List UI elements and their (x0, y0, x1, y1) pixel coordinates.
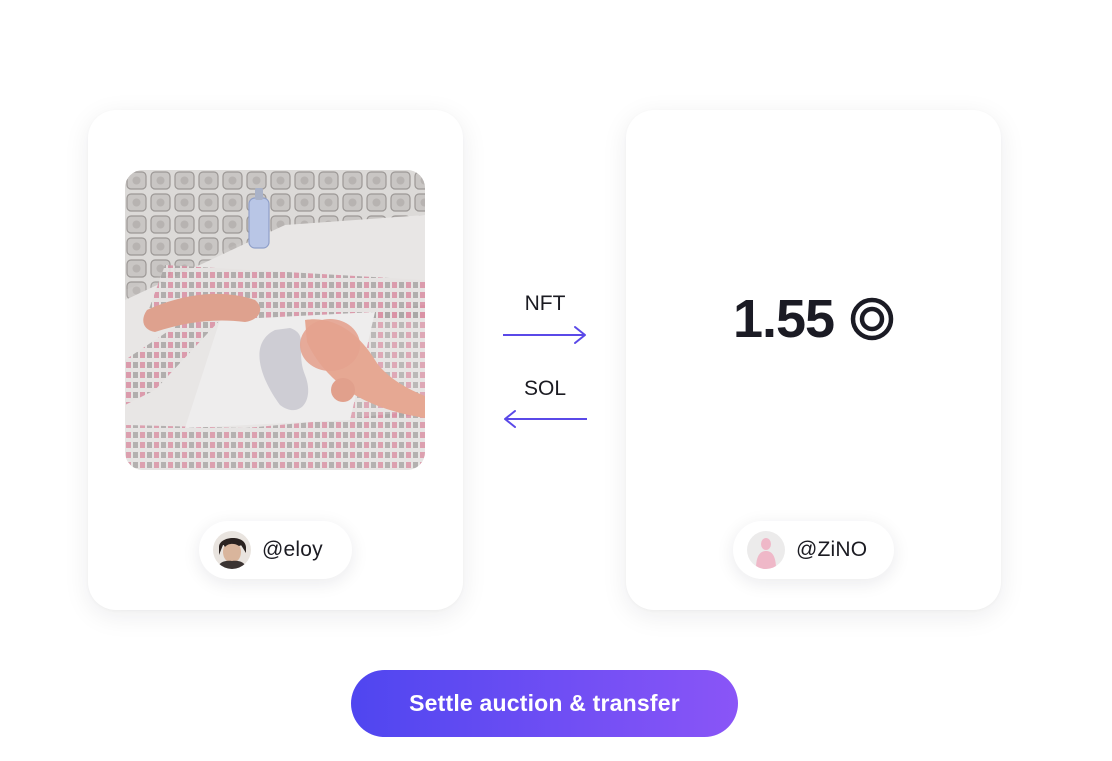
settle-auction-button[interactable]: Settle auction & transfer (351, 670, 738, 737)
nft-card: @eloy (88, 110, 463, 610)
price-value: 1.55 (732, 289, 835, 349)
buyer-pill[interactable]: @ZiNO (733, 521, 894, 579)
seller-avatar (213, 531, 251, 569)
nft-artwork-image (125, 170, 425, 470)
seller-pill[interactable]: @eloy (199, 521, 352, 579)
seller-handle: @eloy (262, 538, 323, 561)
arrow-right-icon (503, 326, 586, 344)
bid-price: 1.55 (626, 288, 1001, 350)
price-card: 1.55 @ZiNO (626, 110, 1001, 610)
solana-coin-icon (850, 297, 894, 341)
buyer-handle: @ZiNO (796, 538, 868, 561)
sol-transfer-label: SOL (523, 377, 567, 400)
buyer-avatar (747, 531, 785, 569)
arrow-left-icon (504, 410, 587, 428)
nft-transfer-label: NFT (524, 292, 566, 315)
